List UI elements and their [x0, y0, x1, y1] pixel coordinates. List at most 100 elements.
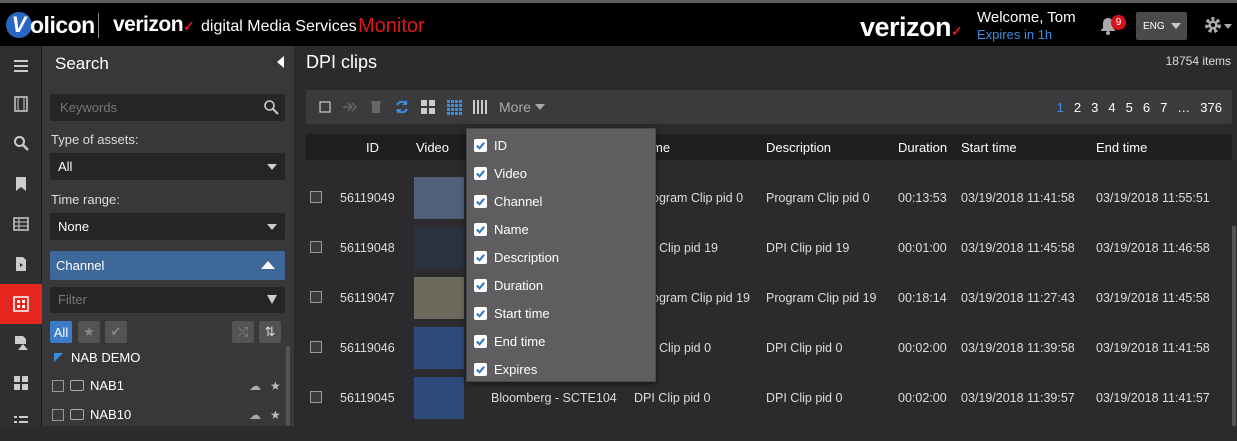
checkbox-checked-icon[interactable]: [474, 306, 487, 320]
cloud-icon[interactable]: ☁: [249, 408, 261, 422]
large-grid-icon[interactable]: [420, 99, 436, 115]
alert-doc-icon[interactable]: [0, 323, 42, 363]
send-icon[interactable]: [342, 99, 358, 115]
cell-name: I Clip pid 0: [652, 341, 712, 355]
language-select[interactable]: ENG: [1136, 12, 1187, 40]
menu-item-start-time[interactable]: Start time: [474, 302, 550, 324]
small-grid-icon[interactable]: [446, 99, 462, 115]
channel-filter-input[interactable]: Filter: [50, 287, 285, 313]
menu-item-channel[interactable]: Channel: [474, 190, 542, 212]
page-link[interactable]: 5: [1126, 100, 1133, 115]
column-header-start-time[interactable]: Start time: [961, 140, 1017, 155]
favorites-filter-button[interactable]: ★: [78, 321, 100, 343]
file-icon[interactable]: [0, 244, 42, 284]
video-thumbnail[interactable]: [414, 177, 464, 219]
checkbox-checked-icon[interactable]: [474, 334, 487, 348]
chevron-down-icon: [267, 164, 277, 170]
menu-item-video[interactable]: Video: [474, 162, 527, 184]
menu-item-name[interactable]: Name: [474, 218, 529, 240]
search-icon[interactable]: [263, 99, 279, 115]
table-row[interactable]: 56119047 ogram Clip pid 19 Program Clip …: [306, 273, 1232, 323]
search-icon[interactable]: [0, 123, 42, 163]
tree-item-nab10[interactable]: NAB10: [52, 407, 131, 422]
menu-item-end-time[interactable]: End time: [474, 330, 545, 352]
row-checkbox[interactable]: [310, 241, 322, 253]
checked-filter-button[interactable]: ✔: [105, 321, 127, 343]
row-checkbox[interactable]: [310, 291, 322, 303]
menu-icon[interactable]: [0, 46, 42, 86]
tree-item-nab-demo[interactable]: NAB DEMO: [54, 350, 140, 365]
video-thumbnail[interactable]: [414, 227, 464, 269]
column-header-description[interactable]: Description: [766, 140, 831, 155]
column-header-duration[interactable]: Duration: [898, 140, 947, 155]
page-link[interactable]: 2: [1074, 100, 1081, 115]
table-scrollbar[interactable]: [1232, 226, 1236, 426]
checkbox-checked-icon[interactable]: [474, 166, 487, 180]
video-thumbnail[interactable]: [414, 277, 464, 319]
select-all-checkbox[interactable]: [318, 99, 334, 115]
column-header-end-time[interactable]: End time: [1096, 140, 1147, 155]
page-link[interactable]: 376: [1200, 100, 1222, 115]
table-row[interactable]: 56119046 I Clip pid 0 DPI Clip pid 0 00:…: [306, 323, 1232, 373]
menu-item-description[interactable]: Description: [474, 246, 559, 268]
tiles-icon[interactable]: [0, 363, 42, 403]
page-link[interactable]: 1: [1057, 100, 1064, 115]
keywords-input[interactable]: Keywords: [50, 94, 285, 121]
checkbox[interactable]: [52, 379, 64, 392]
page-link[interactable]: 3: [1091, 100, 1098, 115]
session-expiry[interactable]: Expires in 1h: [977, 27, 1052, 42]
type-of-assets-select[interactable]: All: [50, 153, 285, 180]
more-menu-button[interactable]: More: [499, 99, 545, 115]
star-icon[interactable]: ★: [270, 408, 281, 422]
table-row[interactable]: 56119045 Bloomberg - SCTE104 DPI Clip pi…: [306, 373, 1232, 423]
checkbox[interactable]: [52, 408, 64, 421]
cell-name: I Clip pid 19: [652, 241, 719, 255]
table-row[interactable]: 56119049 ogram Clip pid 0 Program Clip p…: [306, 173, 1232, 223]
checkbox-checked-icon[interactable]: [474, 194, 487, 208]
list-icon[interactable]: [0, 401, 42, 441]
bookmark-icon[interactable]: [0, 164, 42, 204]
chevron-down-icon: [1170, 23, 1181, 29]
row-checkbox[interactable]: [310, 391, 322, 403]
column-header-video[interactable]: Video: [416, 140, 449, 155]
gear-icon[interactable]: [1203, 15, 1223, 35]
time-range-select[interactable]: None: [50, 213, 285, 240]
column-header-id[interactable]: ID: [366, 140, 379, 155]
columns-dropdown-menu: ID Video Channel Name Description Durati…: [466, 128, 656, 382]
checkbox-checked-icon[interactable]: [474, 362, 487, 376]
menu-item-duration[interactable]: Duration: [474, 274, 543, 296]
page-link[interactable]: 7: [1160, 100, 1167, 115]
table-icon[interactable]: [0, 204, 42, 244]
checkbox-checked-icon[interactable]: [474, 138, 487, 152]
columns-icon[interactable]: [472, 99, 488, 115]
select-all-button[interactable]: All: [50, 321, 72, 343]
panel-scrollbar[interactable]: [286, 346, 290, 426]
menu-item-id[interactable]: ID: [474, 134, 507, 156]
grid-icon[interactable]: [0, 284, 42, 324]
video-thumbnail[interactable]: [414, 377, 464, 419]
table-row[interactable]: 56119048 I Clip pid 19 DPI Clip pid 19 0…: [306, 223, 1232, 273]
page-link[interactable]: 4: [1108, 100, 1115, 115]
checkbox-checked-icon[interactable]: [474, 278, 487, 292]
refresh-icon[interactable]: [394, 99, 410, 115]
sort-button[interactable]: ⇅: [259, 321, 281, 343]
star-icon[interactable]: ★: [270, 379, 281, 393]
checkbox-checked-icon[interactable]: [474, 250, 487, 264]
row-checkbox[interactable]: [310, 191, 322, 203]
film-icon[interactable]: [0, 84, 42, 124]
tree-item-nab1[interactable]: NAB1: [52, 378, 124, 393]
cell-name: ogram Clip pid 19: [652, 291, 750, 305]
menu-item-expires[interactable]: Expires: [474, 358, 537, 380]
settings-caret-icon[interactable]: [1224, 24, 1232, 29]
cell-duration: 00:13:53: [898, 191, 947, 205]
checkbox-checked-icon[interactable]: [474, 222, 487, 236]
verizon-logo-small: verizon✓: [113, 13, 195, 36]
row-checkbox[interactable]: [310, 341, 322, 353]
cloud-icon[interactable]: ☁: [249, 379, 261, 393]
collapse-panel-icon[interactable]: [277, 56, 284, 68]
page-link[interactable]: 6: [1143, 100, 1150, 115]
channel-section-header[interactable]: Channel: [50, 251, 285, 280]
shuffle-button[interactable]: ⤭: [232, 321, 254, 343]
video-thumbnail[interactable]: [414, 327, 464, 369]
trash-icon[interactable]: [368, 99, 384, 115]
